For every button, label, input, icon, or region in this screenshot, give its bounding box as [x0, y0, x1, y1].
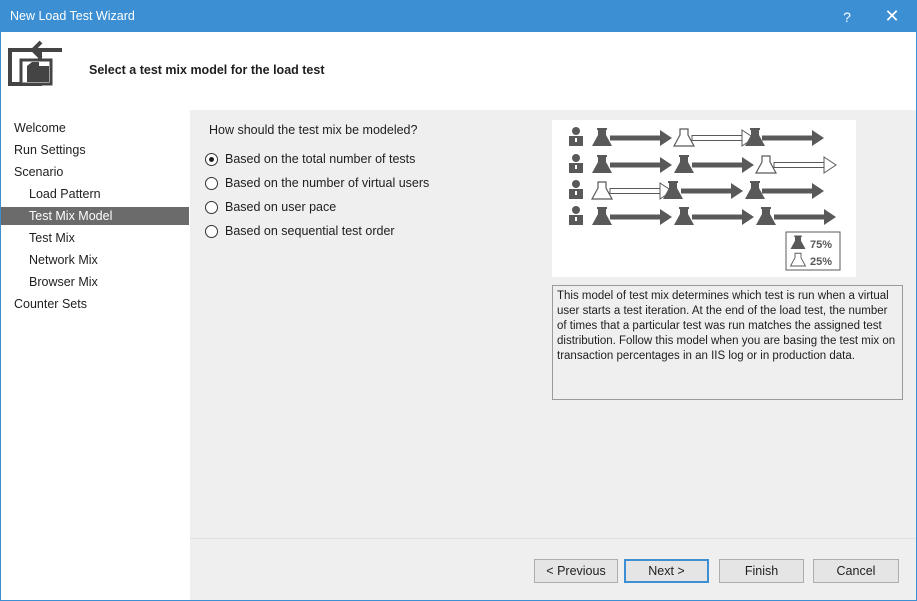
arrow-icon: [610, 209, 672, 225]
help-button[interactable]: ?: [825, 1, 869, 32]
user-icon: [569, 154, 583, 173]
arrow-icon: [610, 130, 672, 146]
previous-button[interactable]: < Previous: [534, 559, 618, 583]
option-label[interactable]: Based on the number of virtual users: [225, 176, 429, 190]
option-label[interactable]: Based on sequential test order: [225, 224, 395, 238]
outline-flask-icon: [591, 181, 613, 200]
option-sequential-order[interactable]: Based on sequential test order: [205, 222, 395, 240]
arrow-icon: [762, 130, 824, 146]
title-bar: New Load Test Wizard ? ✕: [1, 1, 916, 32]
option-user-pace[interactable]: Based on user pace: [205, 198, 336, 216]
user-icon: [569, 180, 583, 199]
legend-75: 75%: [810, 239, 832, 251]
model-question: How should the test mix be modeled?: [209, 123, 418, 137]
page-heading: Select a test mix model for the load tes…: [89, 63, 325, 77]
filled-flask-icon: [674, 155, 694, 173]
finish-button[interactable]: Finish: [719, 559, 804, 583]
arrow-icon: [681, 183, 743, 199]
user-icon: [569, 127, 583, 146]
radio-button[interactable]: [205, 224, 218, 238]
arrow-icon: [692, 157, 754, 173]
filled-flask-icon: [592, 155, 612, 173]
arrow-icon: [691, 129, 755, 147]
filled-flask-icon: [674, 207, 694, 225]
wizard-nav: Welcome Run Settings Scenario Load Patte…: [1, 110, 190, 600]
outline-flask-icon: [755, 155, 777, 174]
arrow-icon: [609, 182, 673, 200]
user-row-3: [569, 180, 824, 200]
radio-button[interactable]: [205, 200, 218, 214]
user-row-1: [569, 127, 824, 147]
illustration-canvas: 75% 25%: [569, 127, 841, 271]
arrow-icon: [774, 209, 836, 225]
option-label[interactable]: Based on the total number of tests: [225, 152, 415, 166]
outline-flask-icon: [673, 128, 695, 147]
arrow-icon: [610, 157, 672, 173]
nav-item-test-mix-model[interactable]: Test Mix Model: [1, 207, 189, 225]
arrow-icon: [692, 209, 754, 225]
cancel-button[interactable]: Cancel: [813, 559, 899, 583]
nav-item-load-pattern[interactable]: Load Pattern: [1, 185, 189, 203]
wizard-header: Select a test mix model for the load tes…: [1, 32, 916, 110]
user-row-4: [569, 206, 836, 225]
wizard-window: New Load Test Wizard ? ✕ Select a test m…: [0, 0, 917, 601]
option-virtual-users[interactable]: Based on the number of virtual users: [205, 174, 429, 192]
close-button[interactable]: ✕: [870, 1, 914, 32]
content-panel: How should the test mix be modeled? Base…: [190, 110, 916, 538]
window-title: New Load Test Wizard: [10, 9, 135, 23]
test-mix-illustration: 75% 25%: [552, 120, 856, 277]
filled-flask-icon: [756, 207, 776, 225]
model-description: This model of test mix determines which …: [552, 285, 903, 400]
filled-flask-icon: [592, 207, 612, 225]
next-button[interactable]: Next >: [624, 559, 709, 583]
filled-flask-icon: [592, 128, 612, 146]
radio-button[interactable]: [205, 152, 218, 166]
nav-item-counter-sets[interactable]: Counter Sets: [1, 295, 189, 313]
nav-item-test-mix[interactable]: Test Mix: [1, 229, 189, 247]
nav-item-welcome[interactable]: Welcome: [1, 119, 189, 137]
nav-item-run-settings[interactable]: Run Settings: [1, 141, 189, 159]
nav-item-scenario[interactable]: Scenario: [1, 163, 189, 181]
nav-item-network-mix[interactable]: Network Mix: [1, 251, 189, 269]
user-row-2: [569, 154, 837, 174]
radio-button[interactable]: [205, 176, 218, 190]
user-icon: [569, 206, 583, 225]
option-label[interactable]: Based on user pace: [225, 200, 336, 214]
arrow-icon: [762, 183, 824, 199]
option-total-tests[interactable]: Based on the total number of tests: [205, 150, 415, 168]
button-bar: < Previous Next > Finish Cancel: [190, 538, 916, 600]
legend-box: 75% 25%: [785, 231, 841, 271]
load-test-wizard-icon: [8, 40, 62, 86]
nav-item-browser-mix[interactable]: Browser Mix: [1, 273, 189, 291]
legend-25: 25%: [810, 256, 832, 268]
arrow-icon: [773, 156, 837, 174]
